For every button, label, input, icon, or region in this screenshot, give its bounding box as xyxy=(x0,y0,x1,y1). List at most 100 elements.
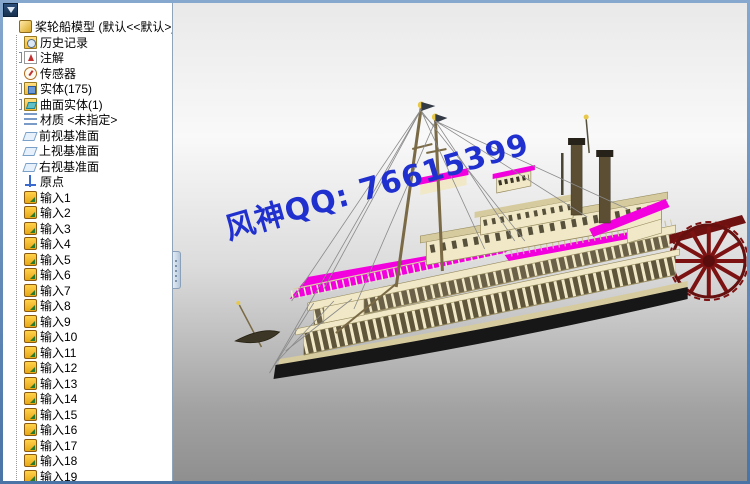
feature-icon xyxy=(24,361,37,375)
part-icon xyxy=(19,20,32,34)
feature-label: 输入1 xyxy=(40,190,71,205)
tree-item[interactable]: 注解 xyxy=(19,50,172,66)
feature-icon xyxy=(22,147,38,157)
feature-label: 输入4 xyxy=(40,237,71,252)
feature-label: 输入10 xyxy=(40,330,78,345)
feature-label: 实体(175) xyxy=(40,82,93,97)
tree-item[interactable]: 传感器 xyxy=(19,66,172,82)
feature-icon xyxy=(24,330,37,344)
tree-item[interactable]: 前视基准面 xyxy=(19,128,172,144)
tree-item[interactable]: 输入12 xyxy=(19,360,172,376)
feature-label: 输入19 xyxy=(40,469,78,481)
feature-manager-panel: 桨轮船模型 (默认<<默认>_显 历史记录 注解 xyxy=(3,3,173,481)
expand-toggle-icon[interactable] xyxy=(19,98,22,110)
tree-item[interactable]: 原点 xyxy=(19,174,172,190)
feature-label: 输入7 xyxy=(40,283,71,298)
tree-item[interactable]: 输入18 xyxy=(19,453,172,469)
feature-label: 输入14 xyxy=(40,392,78,407)
expand-toggle-icon[interactable] xyxy=(19,83,22,95)
feature-label: 输入11 xyxy=(40,345,77,360)
feature-label: 输入3 xyxy=(40,221,71,236)
feature-icon xyxy=(24,221,37,235)
feature-icon xyxy=(24,175,37,188)
feature-icon xyxy=(24,392,37,406)
tree-item[interactable]: 输入19 xyxy=(19,469,172,481)
feature-icon xyxy=(24,252,37,266)
tree-item[interactable]: 输入13 xyxy=(19,376,172,392)
tree-item[interactable]: 输入10 xyxy=(19,329,172,345)
tree-item[interactable]: 曲面实体(1) xyxy=(19,97,172,113)
feature-label: 输入13 xyxy=(40,376,78,391)
tree-item[interactable]: 输入8 xyxy=(19,298,172,314)
feature-icon xyxy=(24,299,37,313)
feature-icon xyxy=(24,454,37,468)
tree-item[interactable]: 输入7 xyxy=(19,283,172,299)
feature-icon xyxy=(24,190,37,204)
pushpin-icon[interactable] xyxy=(3,3,18,17)
app-window: 桨轮船模型 (默认<<默认>_显 历史记录 注解 xyxy=(0,0,750,484)
feature-label: 历史记录 xyxy=(40,35,89,50)
tree-item[interactable]: 输入1 xyxy=(19,190,172,206)
tree-item[interactable]: 输入5 xyxy=(19,252,172,268)
feature-label: 输入17 xyxy=(40,438,78,453)
tree-item[interactable]: 输入11 xyxy=(19,345,172,361)
feature-icon xyxy=(24,237,37,251)
feature-icon xyxy=(24,206,37,220)
feature-label: 右视基准面 xyxy=(39,159,100,174)
feature-icon xyxy=(24,345,37,359)
feature-icon xyxy=(24,438,37,452)
feature-icon xyxy=(24,51,37,65)
feature-label: 输入15 xyxy=(40,407,78,422)
part-name: 桨轮船模型 (默认<<默认>_显 xyxy=(35,20,172,35)
feature-label: 输入18 xyxy=(40,454,78,469)
tree-item[interactable]: 输入17 xyxy=(19,438,172,454)
feature-icon xyxy=(24,407,37,421)
tree-item[interactable]: 输入14 xyxy=(19,391,172,407)
feature-label: 前视基准面 xyxy=(39,128,100,143)
feature-tree: 历史记录 注解 传感器 实体(175) 曲面实体(1) 材质 <未指定> 前视基… xyxy=(16,34,172,481)
tree-item[interactable]: 历史记录 xyxy=(19,35,172,51)
feature-icon xyxy=(24,314,37,328)
expand-toggle-icon[interactable] xyxy=(19,52,22,64)
feature-icon xyxy=(24,97,37,111)
feature-icon xyxy=(24,423,37,437)
tree-item[interactable]: 实体(175) xyxy=(19,81,172,97)
feature-label: 输入5 xyxy=(40,252,71,267)
feature-icon xyxy=(24,283,37,297)
feature-icon xyxy=(24,113,37,127)
feature-icon xyxy=(24,469,37,481)
feature-icon xyxy=(24,376,37,390)
feature-icon xyxy=(24,268,37,282)
tree-item[interactable]: 输入9 xyxy=(19,314,172,330)
feature-label: 传感器 xyxy=(40,66,77,81)
feature-label: 输入16 xyxy=(40,423,78,438)
feature-icon xyxy=(22,162,38,172)
graphics-area[interactable]: 风神QQ: 76615399 xyxy=(173,3,747,481)
tree-item[interactable]: 上视基准面 xyxy=(19,143,172,159)
feature-label: 注解 xyxy=(40,51,65,66)
feature-label: 输入6 xyxy=(40,268,71,283)
tree-item[interactable]: 材质 <未指定> xyxy=(19,112,172,128)
feature-label: 输入2 xyxy=(40,206,71,221)
feature-label: 输入8 xyxy=(40,299,71,314)
panel-splitter[interactable] xyxy=(173,251,181,289)
feature-label: 原点 xyxy=(40,175,65,190)
tree-item[interactable]: 输入6 xyxy=(19,267,172,283)
tree-item[interactable]: 输入2 xyxy=(19,205,172,221)
tree-item[interactable]: 右视基准面 xyxy=(19,159,172,175)
tree-item[interactable]: 输入16 xyxy=(19,422,172,438)
tree-root-item[interactable]: 桨轮船模型 (默认<<默认>_显 xyxy=(7,19,172,35)
boat-model-svg xyxy=(234,101,747,379)
feature-label: 输入9 xyxy=(40,314,71,329)
feature-label: 曲面实体(1) xyxy=(40,97,103,112)
feature-icon xyxy=(24,35,37,49)
feature-icon xyxy=(22,131,38,141)
feature-label: 输入12 xyxy=(40,361,78,376)
feature-icon xyxy=(24,66,37,80)
tree-item[interactable]: 输入4 xyxy=(19,236,172,252)
feature-label: 上视基准面 xyxy=(39,144,100,159)
tree-item[interactable]: 输入3 xyxy=(19,221,172,237)
feature-label: 材质 <未指定> xyxy=(40,113,118,128)
feature-icon xyxy=(24,82,37,96)
tree-item[interactable]: 输入15 xyxy=(19,407,172,423)
